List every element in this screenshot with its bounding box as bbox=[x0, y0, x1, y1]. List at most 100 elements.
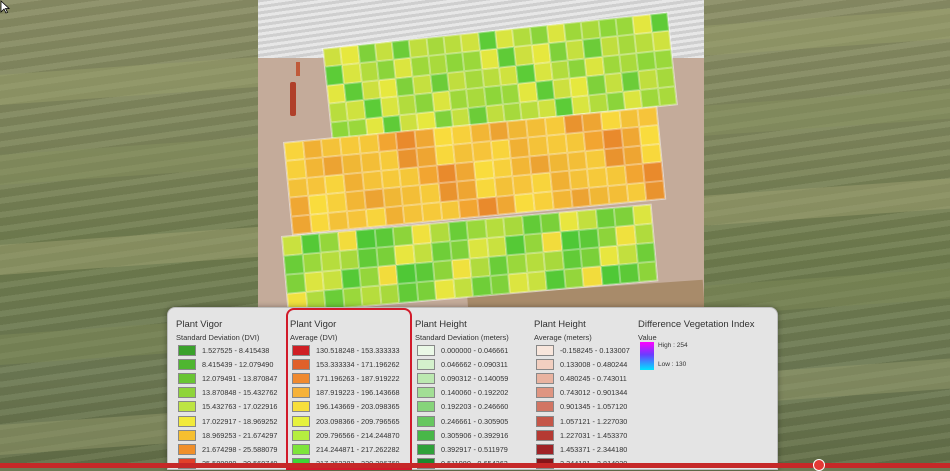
plot-cell bbox=[402, 203, 424, 224]
plot-cell bbox=[376, 59, 396, 81]
plot-cell bbox=[587, 167, 608, 188]
legend-row: 0.000000 - 0.046661 bbox=[417, 344, 508, 356]
plot-cell bbox=[432, 91, 452, 112]
plot-cell bbox=[565, 132, 586, 153]
plot-cell bbox=[285, 273, 306, 294]
plot-cell bbox=[375, 246, 396, 267]
plot-cell bbox=[598, 18, 618, 39]
plot-cell bbox=[455, 161, 476, 182]
plot-cell bbox=[541, 231, 562, 253]
legend-range-label: 0.480245 - 0.743011 bbox=[560, 373, 627, 383]
legend-row: 13.870848 - 15.432762 bbox=[178, 387, 277, 399]
plot-cell bbox=[585, 56, 605, 77]
legend-row: 1.227031 - 1.453370 bbox=[536, 429, 627, 441]
plot-cell bbox=[618, 263, 639, 284]
plot-cell bbox=[414, 261, 435, 283]
plot-cell bbox=[380, 168, 402, 189]
plot-cell bbox=[637, 107, 659, 128]
plot-cell bbox=[504, 234, 525, 256]
plot-cell bbox=[543, 250, 564, 272]
plot-cell bbox=[585, 149, 606, 170]
plot-cell bbox=[328, 210, 349, 231]
plot-cell bbox=[509, 137, 530, 159]
plot-cell bbox=[657, 85, 677, 107]
plot-cell bbox=[339, 135, 361, 156]
plot-cell bbox=[434, 279, 455, 300]
legend-swatch bbox=[536, 387, 554, 399]
plot-cell bbox=[580, 247, 601, 268]
plot-cell bbox=[600, 110, 621, 131]
video-progress-handle[interactable] bbox=[812, 459, 825, 471]
plot-cell bbox=[634, 32, 654, 53]
plot-cell bbox=[512, 27, 532, 48]
plot-cell bbox=[486, 236, 507, 258]
plot-cell bbox=[531, 43, 551, 64]
plot-cell bbox=[434, 145, 456, 166]
plot-cell bbox=[549, 170, 571, 192]
plot-cell bbox=[615, 225, 636, 246]
plot-cell bbox=[284, 141, 305, 162]
plot-cell bbox=[283, 254, 304, 275]
video-progress-bar[interactable] bbox=[0, 463, 950, 468]
plot-cell bbox=[479, 49, 499, 70]
legend-row: 1.527525 - 8.415438 bbox=[178, 344, 269, 356]
legend-row: -0.158245 - 0.133007 bbox=[536, 344, 630, 356]
plot-cell bbox=[302, 252, 323, 274]
plot-cell bbox=[342, 63, 362, 84]
plot-cell bbox=[307, 194, 329, 215]
legend-swatch bbox=[178, 443, 196, 455]
plot-cell bbox=[397, 94, 417, 115]
plot-cell bbox=[569, 76, 589, 97]
plot-cell bbox=[451, 124, 472, 146]
plot-cell bbox=[477, 196, 498, 217]
plot-cell bbox=[518, 82, 538, 103]
plot-cell bbox=[622, 145, 644, 166]
legend-range-label: 1.527525 - 8.415438 bbox=[202, 345, 270, 355]
plot-cell bbox=[586, 74, 607, 95]
plot-cell bbox=[377, 265, 398, 286]
legend-swatch bbox=[417, 358, 435, 370]
legend-swatch bbox=[178, 429, 196, 441]
plot-cell bbox=[581, 19, 601, 41]
plot-cell bbox=[507, 119, 528, 140]
plot-cell bbox=[488, 255, 509, 276]
plot-cell bbox=[510, 156, 532, 177]
legend-row: 1.057121 - 1.227030 bbox=[536, 415, 627, 427]
plot-cell bbox=[361, 80, 381, 101]
plot-cell bbox=[640, 87, 660, 108]
legend-title: Difference Vegetation Index bbox=[638, 319, 755, 330]
plot-cell bbox=[563, 267, 584, 289]
mouse-cursor-icon bbox=[0, 0, 10, 14]
plot-cell bbox=[397, 282, 418, 303]
plot-cell bbox=[551, 189, 573, 210]
plot-cell bbox=[602, 128, 623, 150]
legend-swatch bbox=[178, 415, 196, 427]
plot-cell bbox=[558, 211, 579, 232]
plot-cell bbox=[531, 172, 552, 193]
plot-cell bbox=[636, 51, 656, 72]
plot-cell bbox=[651, 31, 672, 52]
plot-cell bbox=[342, 287, 363, 308]
legend-row: 0.090312 - 0.140059 bbox=[417, 372, 508, 384]
plot-cell bbox=[471, 141, 493, 162]
plot-cell bbox=[475, 178, 496, 199]
plot-cell bbox=[516, 63, 536, 84]
plot-cell bbox=[563, 114, 584, 135]
plot-cell bbox=[567, 58, 587, 79]
legend-subtitle: Standard Deviation (DVI) bbox=[176, 333, 260, 342]
plot-cell bbox=[560, 230, 581, 251]
plot-cell bbox=[357, 247, 378, 269]
plot-cell bbox=[340, 268, 361, 289]
legend-swatch bbox=[178, 344, 196, 356]
plot-cell bbox=[395, 130, 417, 151]
plot-cell bbox=[341, 154, 363, 175]
plot-cell bbox=[638, 69, 658, 90]
plot-cell bbox=[607, 183, 628, 204]
plot-cell bbox=[409, 38, 429, 59]
legend-title: Plant Vigor bbox=[176, 319, 223, 330]
plot-cell bbox=[359, 266, 380, 288]
plot-cell bbox=[328, 101, 348, 123]
plot-cell bbox=[581, 112, 603, 133]
plot-cell bbox=[363, 98, 383, 119]
legend-row: 1.453371 - 2.344180 bbox=[536, 443, 627, 455]
